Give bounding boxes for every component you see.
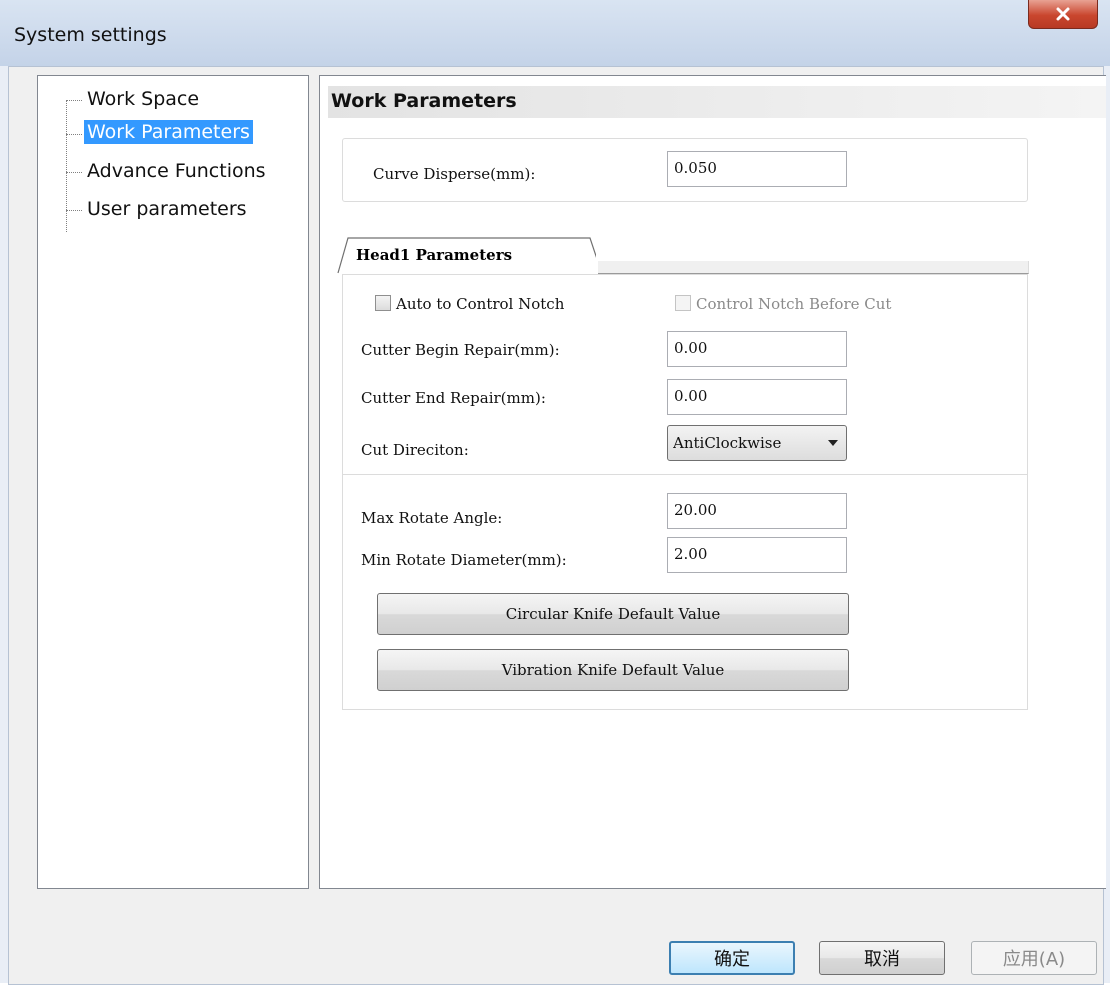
- max-rotate-angle-label: Max Rotate Angle:: [361, 509, 503, 527]
- curve-disperse-input[interactable]: 0.050: [667, 151, 847, 187]
- cut-direction-select[interactable]: AntiClockwise: [667, 425, 847, 461]
- close-button[interactable]: [1028, 0, 1098, 29]
- tree-connector: [66, 100, 67, 232]
- curve-disperse-label: Curve Disperse(mm):: [373, 165, 536, 183]
- section-title: Work Parameters: [331, 90, 517, 112]
- tree-item-label: Advance Functions: [87, 160, 266, 182]
- tab-strip-line: [598, 261, 1029, 274]
- window-title: System settings: [14, 24, 167, 46]
- dialog-client-area: Work Space Work Parameters Advance Funct…: [8, 66, 1106, 985]
- auto-control-notch-checkbox[interactable]: [375, 295, 391, 311]
- curve-disperse-group: Curve Disperse(mm): 0.050: [342, 138, 1028, 202]
- cancel-button[interactable]: 取消: [819, 941, 945, 975]
- tree-item-label: Work Space: [87, 88, 200, 110]
- control-notch-before-cut-label: Control Notch Before Cut: [696, 295, 892, 313]
- min-rotate-diameter-label: Min Rotate Diameter(mm):: [361, 551, 567, 569]
- head1-parameters-group: Auto to Control Notch Control Notch Befo…: [342, 274, 1028, 486]
- vibration-knife-default-button[interactable]: Vibration Knife Default Value: [377, 649, 849, 691]
- work-parameters-panel: Work Parameters Curve Disperse(mm): 0.05…: [319, 75, 1106, 889]
- cutter-begin-repair-label: Cutter Begin Repair(mm):: [361, 341, 560, 359]
- min-rotate-diameter-input[interactable]: 2.00: [667, 537, 847, 573]
- ok-button[interactable]: 确定: [669, 941, 795, 975]
- cut-direction-label: Cut Direciton:: [361, 441, 469, 459]
- cutter-begin-repair-input[interactable]: 0.00: [667, 331, 847, 367]
- cutter-end-repair-label: Cutter End Repair(mm):: [361, 389, 546, 407]
- section-header: Work Parameters: [328, 86, 1106, 118]
- tab-label: Head1 Parameters: [356, 246, 513, 264]
- rotate-parameters-group: Max Rotate Angle: 20.00 Min Rotate Diame…: [342, 474, 1028, 710]
- title-bar[interactable]: System settings: [0, 0, 1110, 66]
- close-icon: [1056, 7, 1070, 21]
- control-notch-before-cut-checkbox[interactable]: [675, 295, 691, 311]
- settings-tree: Work Space Work Parameters Advance Funct…: [37, 75, 309, 889]
- chevron-down-icon: [828, 440, 838, 446]
- cutter-end-repair-input[interactable]: 0.00: [667, 379, 847, 415]
- tree-item-label: Work Parameters: [84, 120, 253, 144]
- apply-button[interactable]: 应用(A): [971, 941, 1097, 975]
- auto-control-notch-label: Auto to Control Notch: [396, 295, 565, 313]
- circular-knife-default-button[interactable]: Circular Knife Default Value: [377, 593, 849, 635]
- max-rotate-angle-input[interactable]: 20.00: [667, 493, 847, 529]
- system-settings-window: System settings Work Space Work Paramete…: [0, 0, 1110, 985]
- tree-item-label: User parameters: [87, 198, 247, 220]
